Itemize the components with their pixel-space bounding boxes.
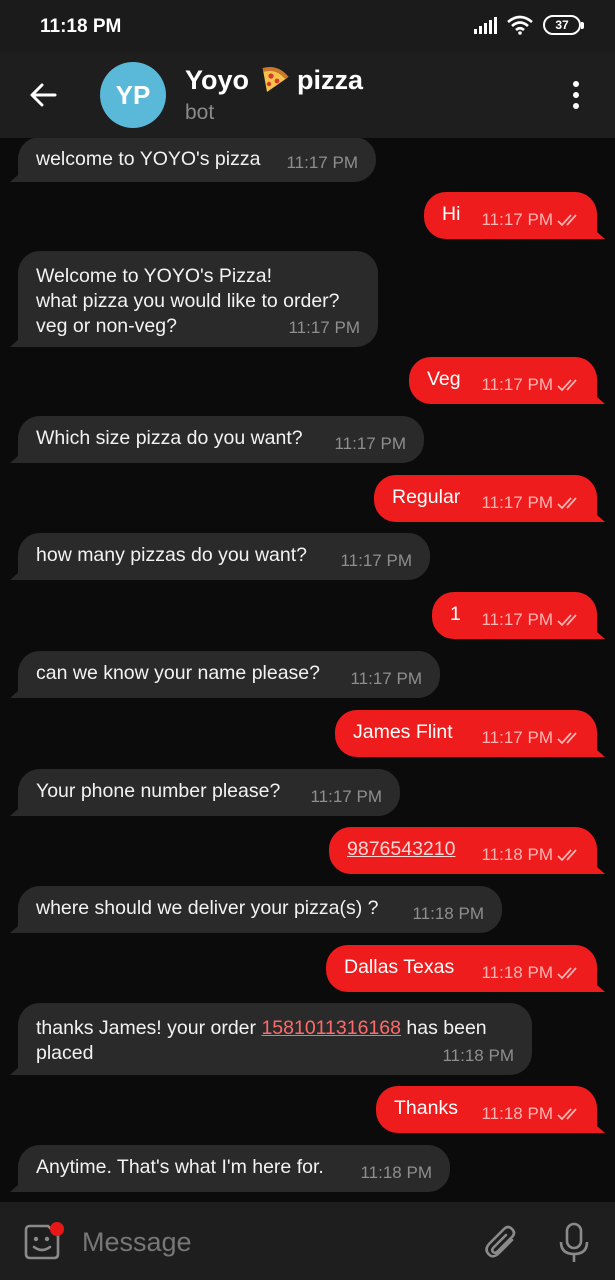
dot-icon [573,103,579,109]
wifi-icon [507,15,533,35]
message-time: 11:17 PM [334,434,406,453]
chat-subtitle: bot [185,101,215,124]
message-bubble-incoming[interactable]: Your phone number please? 11:17 PM [18,769,400,816]
message-bubble-incoming[interactable]: thanks James! your order 1581011316168 h… [18,1003,532,1075]
message-bubble-incoming[interactable]: Which size pizza do you want? 11:17 PM [18,416,424,463]
message-time: 11:18 PM [481,845,553,864]
battery-icon: 37 [543,15,584,35]
message-text: Which size pizza do you want? [36,427,303,449]
message-list[interactable]: welcome to YOYO's pizza 11:17 PM Hi 11:1… [0,138,615,1202]
message-bubble-outgoing[interactable]: James Flint 11:17 PM [335,710,597,757]
message-time: 11:17 PM [481,375,553,394]
message-time: 11:17 PM [481,728,553,747]
double-check-icon [557,966,577,979]
message-time: 11:18 PM [412,904,484,923]
message-text: can we know your name please? [36,662,320,684]
message-bubble-outgoing[interactable]: 9876543210 11:18 PM [329,827,597,874]
message-bubble-incoming[interactable]: can we know your name please? 11:17 PM [18,651,440,698]
message-meta: 11:17 PM [481,207,583,232]
avatar[interactable]: YP [100,62,166,128]
double-check-icon [557,378,577,391]
status-icons: 37 [473,15,584,35]
microphone-icon[interactable] [556,1222,592,1264]
message-time: 11:17 PM [340,551,412,570]
attachment-icon[interactable] [484,1224,520,1262]
back-arrow-icon [30,83,57,107]
message-text-before: thanks James! your order [36,1017,262,1039]
message-time: 11:17 PM [350,669,422,688]
message-time: 11:18 PM [442,1046,514,1065]
notification-dot [50,1222,64,1236]
message-bubble-outgoing[interactable]: Veg 11:17 PM [409,357,597,404]
message-bubble-outgoing[interactable]: Dallas Texas 11:18 PM [326,945,597,992]
message-text: Your phone number please? [36,780,281,802]
message-meta: 11:17 PM [481,490,583,515]
message-text: Veg [427,368,461,390]
message-text: James Flint [353,721,453,743]
order-number-link[interactable]: 1581011316168 [261,1017,401,1039]
message-time: 11:17 PM [286,153,358,172]
message-time: 11:17 PM [481,610,553,629]
message-time: 11:17 PM [481,493,553,512]
double-check-icon [557,1107,577,1120]
double-check-icon [557,731,577,744]
message-bubble-outgoing[interactable]: Thanks 11:18 PM [376,1086,597,1133]
chat-header: YP Yoyo pizza bot [0,52,615,138]
message-bubble-incoming[interactable]: Anytime. That's what I'm here for. 11:18… [18,1145,450,1192]
message-text: Dallas Texas [344,956,455,978]
chat-title[interactable]: Yoyo pizza [185,64,363,96]
message-text: welcome to YOYO's pizza [36,148,261,170]
back-button[interactable] [26,78,60,112]
dot-icon [573,81,579,87]
message-time: 11:18 PM [481,1104,553,1123]
message-text: thanks James! your order 1581011316168 h… [36,1017,487,1064]
message-time: 11:18 PM [481,963,553,982]
message-bubble-outgoing[interactable]: Hi 11:17 PM [424,192,597,239]
double-check-icon [557,213,577,226]
double-check-icon [557,613,577,626]
message-meta: 11:17 PM [481,372,583,397]
message-time: 11:17 PM [288,318,360,337]
message-composer [0,1202,615,1280]
pizza-icon [262,67,289,92]
message-meta: 11:18 PM [481,842,583,867]
message-bubble-incoming[interactable]: welcome to YOYO's pizza 11:17 PM [18,138,376,182]
message-bubble-outgoing[interactable]: 1 11:17 PM [432,592,597,639]
message-text: Regular [392,486,461,508]
message-text: Anytime. That's what I'm here for. [36,1156,324,1178]
chat-title-part1: Yoyo [185,64,250,95]
message-meta: 11:17 PM [481,725,583,750]
chat-title-part2: pizza [297,64,364,95]
message-text: where should we deliver your pizza(s) ? [36,897,379,919]
message-bubble-incoming[interactable]: Welcome to YOYO's Pizza! what pizza you … [18,251,378,347]
message-text: Thanks [394,1097,458,1119]
message-text: 1 [450,603,461,625]
message-time: 11:17 PM [310,787,382,806]
double-check-icon [557,848,577,861]
message-time: 11:18 PM [360,1163,432,1182]
message-meta: 11:17 PM [481,607,583,632]
message-bubble-incoming[interactable]: where should we deliver your pizza(s) ? … [18,886,502,933]
status-time: 11:18 PM [40,16,122,37]
double-check-icon [557,496,577,509]
message-bubble-outgoing[interactable]: Regular 11:17 PM [374,475,597,522]
message-bubble-incoming[interactable]: how many pizzas do you want? 11:17 PM [18,533,430,580]
message-input[interactable] [82,1222,462,1262]
message-meta: 11:18 PM [481,1101,583,1126]
phone-number-link[interactable]: 9876543210 [347,838,455,860]
message-time: 11:17 PM [481,210,553,229]
message-text: Hi [442,203,461,225]
more-options-button[interactable] [561,78,591,112]
signal-icon [474,17,497,34]
message-meta: 11:18 PM [481,960,583,985]
status-bar: 11:18 PM 37 [0,0,615,52]
dot-icon [573,92,579,98]
message-text: how many pizzas do you want? [36,544,307,566]
